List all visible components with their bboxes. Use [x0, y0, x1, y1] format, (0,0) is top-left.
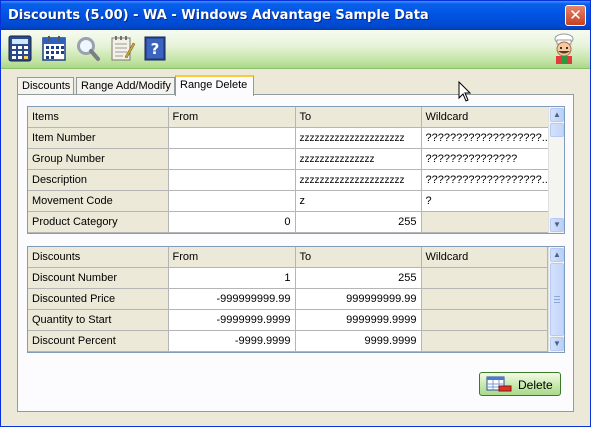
- to-cell[interactable]: 255: [295, 267, 422, 289]
- from-cell[interactable]: -999999999.99: [168, 288, 296, 310]
- calculator-button[interactable]: [7, 35, 33, 62]
- items-table: Items From To Wildcard Item Number zzzzz…: [28, 107, 556, 233]
- to-cell[interactable]: 999999999.99: [295, 288, 422, 310]
- delete-button[interactable]: Delete: [479, 372, 561, 396]
- row-label: Quantity to Start: [28, 309, 169, 331]
- row-label: Item Number: [28, 127, 169, 149]
- scroll-thumb[interactable]: [550, 123, 564, 137]
- wildcard-cell[interactable]: ???????????????: [421, 148, 556, 170]
- tab-label: Range Delete: [180, 79, 248, 91]
- tab-label: Range Add/Modify: [81, 80, 171, 92]
- calendar-button[interactable]: [41, 35, 67, 62]
- from-cell[interactable]: [168, 169, 296, 191]
- table-row: Discount Percent -9999.9999 9999.9999: [28, 330, 548, 352]
- column-header: To: [295, 247, 422, 268]
- from-cell[interactable]: 1: [168, 267, 296, 289]
- column-header: To: [295, 107, 422, 128]
- discounts-scrollbar[interactable]: ▲ ▼: [548, 247, 564, 352]
- column-header: From: [168, 107, 296, 128]
- table-header-row: Discounts From To Wildcard: [28, 247, 548, 268]
- discounts-table: Discounts From To Wildcard Discount Numb…: [28, 247, 548, 352]
- tab-label: Discounts: [22, 80, 71, 92]
- calendar-icon: [42, 36, 66, 61]
- row-label: Movement Code: [28, 190, 169, 212]
- wildcard-cell: [421, 267, 548, 289]
- scroll-down-icon[interactable]: ▼: [550, 337, 564, 351]
- row-label: Discount Number: [28, 267, 169, 289]
- wildcard-cell: [421, 288, 548, 310]
- wildcard-cell: [421, 330, 548, 352]
- scroll-up-icon[interactable]: ▲: [550, 108, 564, 122]
- chef-mascot-icon: [548, 33, 580, 65]
- to-cell[interactable]: zzzzzzzzzzzzzzzzzzzzz: [295, 169, 422, 191]
- wildcard-cell: [421, 211, 556, 233]
- to-cell[interactable]: zzzzzzzzzzzzzzz: [295, 148, 422, 170]
- scroll-down-icon[interactable]: ▼: [550, 218, 564, 232]
- table-header-row: Items From To Wildcard: [28, 107, 556, 128]
- scroll-up-icon[interactable]: ▲: [550, 248, 564, 262]
- table-row: Item Number zzzzzzzzzzzzzzzzzzzzz ??????…: [28, 127, 556, 149]
- window-title: Discounts (5.00) - WA - Windows Advantag…: [8, 8, 429, 23]
- svg-text:?: ?: [151, 40, 160, 58]
- close-icon: ✕: [569, 6, 582, 24]
- row-label: Group Number: [28, 148, 169, 170]
- close-button[interactable]: ✕: [565, 5, 586, 26]
- table-row: Quantity to Start -9999999.9999 9999999.…: [28, 309, 548, 331]
- notepad-icon: [111, 36, 135, 61]
- to-cell[interactable]: 255: [295, 211, 422, 233]
- to-cell[interactable]: 9999.9999: [295, 330, 422, 352]
- delete-icon: [486, 376, 512, 392]
- table-row: Product Category 0 255: [28, 211, 556, 233]
- scroll-thumb[interactable]: [550, 263, 564, 336]
- column-header: From: [168, 247, 296, 268]
- column-header: Wildcard: [421, 107, 556, 128]
- row-label: Product Category: [28, 211, 169, 233]
- from-cell[interactable]: [168, 148, 296, 170]
- from-cell[interactable]: [168, 127, 296, 149]
- tab-range-add-modify[interactable]: Range Add/Modify: [76, 77, 175, 95]
- column-header: Discounts: [28, 247, 169, 268]
- row-label: Discount Percent: [28, 330, 169, 352]
- toolbar: ?: [1, 30, 590, 69]
- column-header: Wildcard: [421, 247, 548, 268]
- from-cell[interactable]: -9999.9999: [168, 330, 296, 352]
- table-row: Group Number zzzzzzzzzzzzzzz ???????????…: [28, 148, 556, 170]
- wildcard-cell[interactable]: ???????????????????...: [421, 127, 556, 149]
- column-header: Items: [28, 107, 169, 128]
- notes-button[interactable]: [109, 35, 135, 62]
- row-label: Discounted Price: [28, 288, 169, 310]
- to-cell[interactable]: z: [295, 190, 422, 212]
- items-grid: Items From To Wildcard Item Number zzzzz…: [27, 106, 565, 234]
- table-row: Discounted Price -999999999.99 999999999…: [28, 288, 548, 310]
- table-row: Discount Number 1 255: [28, 267, 548, 289]
- mouse-cursor-icon: [458, 81, 472, 102]
- help-book-icon: ?: [144, 36, 166, 61]
- wildcard-cell[interactable]: ?: [421, 190, 556, 212]
- tab-range-delete[interactable]: Range Delete: [175, 75, 254, 96]
- from-cell[interactable]: 0: [168, 211, 296, 233]
- from-cell[interactable]: [168, 190, 296, 212]
- to-cell[interactable]: zzzzzzzzzzzzzzzzzzzzz: [295, 127, 422, 149]
- discounts-window: Discounts (5.00) - WA - Windows Advantag…: [0, 0, 591, 427]
- from-cell[interactable]: -9999999.9999: [168, 309, 296, 331]
- row-label: Description: [28, 169, 169, 191]
- title-bar[interactable]: Discounts (5.00) - WA - Windows Advantag…: [1, 1, 590, 30]
- table-row: Movement Code z ?: [28, 190, 556, 212]
- calculator-icon: [8, 35, 32, 62]
- magnifier-icon: [77, 37, 100, 61]
- to-cell[interactable]: 9999999.9999: [295, 309, 422, 331]
- items-scrollbar[interactable]: ▲ ▼: [548, 107, 564, 233]
- table-row: Description zzzzzzzzzzzzzzzzzzzzz ??????…: [28, 169, 556, 191]
- search-button[interactable]: [75, 35, 101, 62]
- delete-button-label: Delete: [518, 378, 553, 392]
- help-button[interactable]: ?: [142, 35, 168, 62]
- wildcard-cell: [421, 309, 548, 331]
- wildcard-cell[interactable]: ???????????????????...: [421, 169, 556, 191]
- tab-discounts[interactable]: Discounts: [17, 77, 74, 95]
- discounts-grid: Discounts From To Wildcard Discount Numb…: [27, 246, 565, 353]
